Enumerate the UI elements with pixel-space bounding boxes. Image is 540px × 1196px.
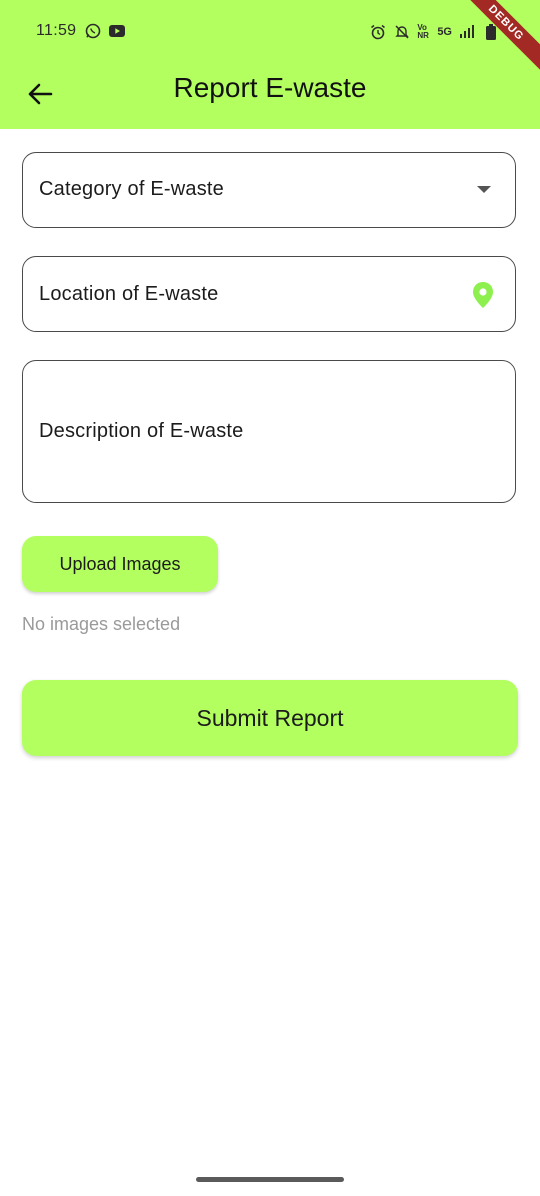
location-pin-icon[interactable]: [471, 281, 495, 309]
page-title: Report E-waste: [173, 72, 367, 103]
mute-icon: [393, 23, 411, 41]
home-indicator[interactable]: [196, 1177, 344, 1182]
whatsapp-icon: [84, 22, 102, 40]
upload-images-button[interactable]: Upload Images: [22, 536, 218, 592]
category-dropdown[interactable]: Category of E-waste: [22, 152, 516, 228]
location-label: Location of E-waste: [39, 283, 219, 305]
status-time: 11:59: [36, 22, 77, 39]
youtube-icon: [108, 22, 126, 40]
status-bar: 11:59 Vo NR 5G: [0, 0, 540, 64]
status-left-icons: [84, 22, 126, 40]
network-indicator: 5G: [437, 26, 452, 38]
images-status-text: No images selected: [22, 614, 181, 634]
app-bar: Report E-waste: [0, 64, 540, 129]
status-right-icons: Vo NR 5G: [369, 23, 500, 41]
location-field[interactable]: Location of E-waste: [22, 256, 516, 332]
description-label: Description of E-waste: [39, 420, 244, 442]
submit-report-button[interactable]: Submit Report: [22, 680, 518, 756]
dropdown-arrow-icon: [477, 186, 491, 193]
category-label: Category of E-waste: [39, 178, 224, 200]
description-field[interactable]: Description of E-waste: [22, 360, 516, 503]
header-area: 11:59 Vo NR 5G DEBUG Report E-waste: [0, 0, 540, 129]
alarm-icon: [369, 23, 387, 41]
signal-icon: [458, 23, 476, 41]
volte-indicator: Vo NR: [417, 23, 429, 40]
